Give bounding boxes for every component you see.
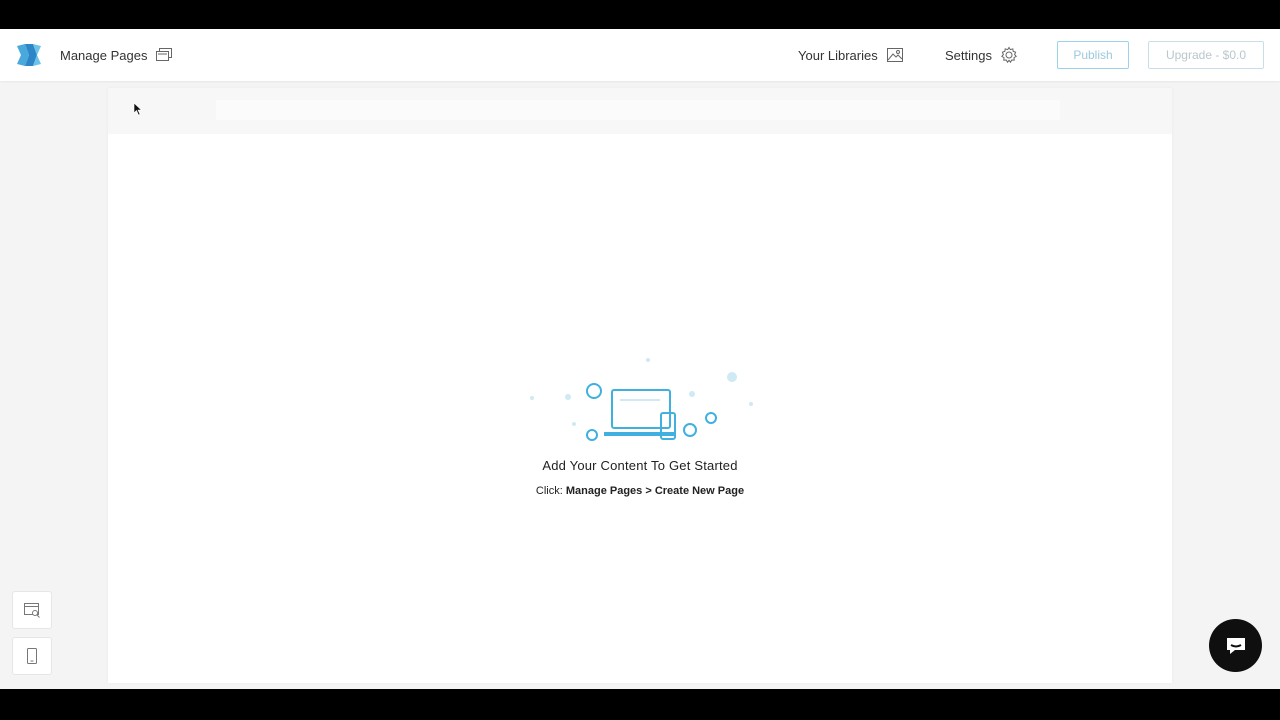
image-icon — [886, 48, 903, 62]
your-libraries-button[interactable]: Your Libraries — [798, 45, 904, 65]
mobile-preview-button[interactable] — [12, 637, 52, 675]
canvas-header-placeholder — [216, 100, 1060, 120]
manage-pages-button[interactable]: Manage Pages — [60, 45, 173, 65]
publish-button[interactable]: Publish — [1057, 41, 1129, 69]
mouse-cursor-icon — [133, 102, 143, 116]
hint-prefix: Click: — [535, 485, 566, 497]
upgrade-button[interactable]: Upgrade - $0.0 — [1148, 41, 1264, 69]
chat-button[interactable] — [1209, 619, 1262, 672]
app-window: Manage Pages Your Libraries Settings Pub… — [0, 29, 1280, 689]
mobile-icon — [27, 648, 37, 664]
manage-pages-label: Manage Pages — [60, 47, 148, 63]
settings-label: Settings — [945, 47, 992, 63]
settings-button[interactable]: Settings — [945, 45, 1018, 65]
empty-state: Add Your Content To Get Started Click: M… — [108, 358, 1172, 497]
desktop-preview-icon — [24, 603, 40, 618]
page-canvas: Add Your Content To Get Started Click: M… — [108, 88, 1172, 683]
hint-path: Manage Pages > Create New Page — [565, 485, 745, 497]
chat-bubble-icon — [1226, 637, 1245, 654]
devices-illustration-icon — [530, 358, 753, 441]
pages-stack-icon — [156, 48, 173, 61]
libraries-label: Your Libraries — [798, 47, 878, 63]
empty-state-title: Add Your Content To Get Started — [542, 458, 738, 473]
desktop-preview-button[interactable] — [12, 591, 52, 629]
brand-logo-icon[interactable] — [15, 42, 43, 68]
canvas-header — [108, 88, 1172, 134]
gear-icon — [1001, 46, 1017, 64]
top-navigation-bar: Manage Pages Your Libraries Settings Pub… — [0, 29, 1280, 81]
empty-state-hint: Click: Manage Pages > Create New Page — [108, 485, 1172, 497]
